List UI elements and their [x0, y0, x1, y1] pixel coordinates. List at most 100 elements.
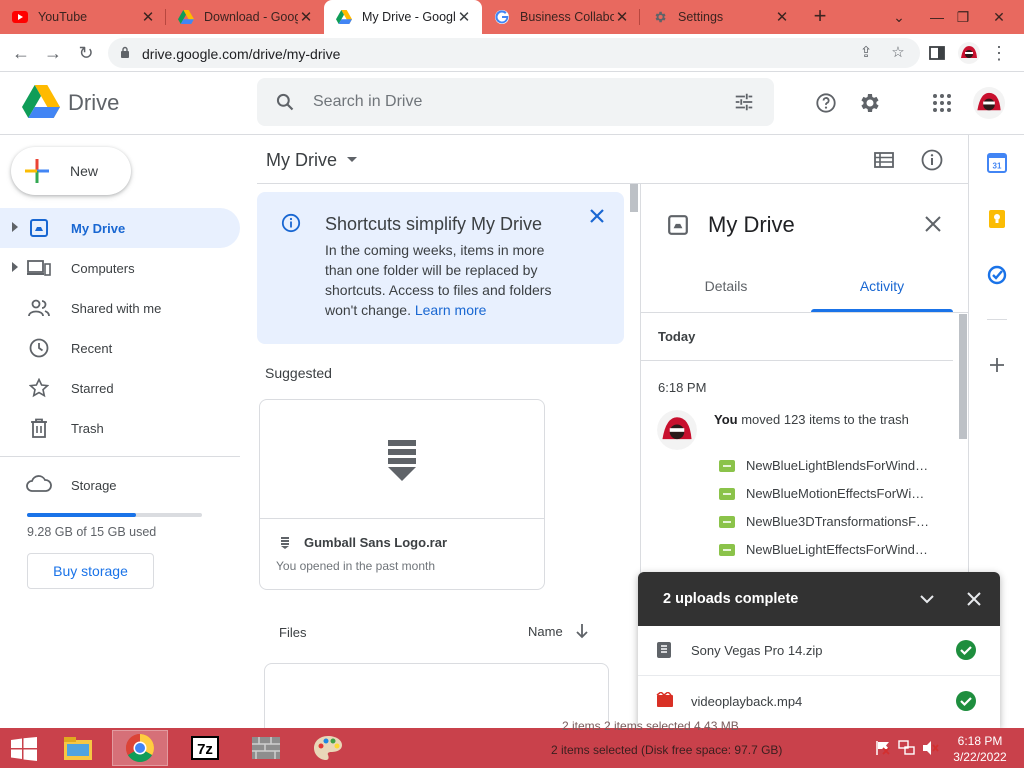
system-clock[interactable]: 6:18 PM 3/22/2022: [950, 733, 1010, 765]
sidebar-item-starred[interactable]: Starred: [0, 368, 240, 408]
sidebar-item-recent[interactable]: Recent: [0, 328, 240, 368]
sidebar-item-shared-with-me[interactable]: Shared with me: [0, 288, 240, 328]
window-close-icon[interactable]: ✕: [982, 0, 1016, 34]
tab-close-icon[interactable]: ✕: [614, 8, 630, 26]
tab-details[interactable]: Details: [642, 278, 810, 294]
action-center-flag-icon[interactable]: [874, 740, 892, 756]
tab-search-chevron-icon[interactable]: ⌄: [882, 0, 916, 34]
folder-icon: [64, 737, 92, 760]
help-icon[interactable]: [813, 90, 839, 116]
sort-direction-icon[interactable]: [574, 622, 590, 640]
taskbar-7zip[interactable]: 7z: [177, 730, 233, 766]
activity-file-item[interactable]: NewBlueMotionEffectsForWi…: [719, 484, 949, 504]
tab-close-icon[interactable]: ✕: [456, 8, 472, 26]
browser-toolbar: ← → ↻ drive.google.com/drive/my-drive ⇪ …: [0, 34, 1024, 72]
upload-file-name: videoplayback.mp4: [691, 694, 803, 709]
new-button[interactable]: New: [11, 147, 131, 195]
archive-file-icon: [657, 642, 671, 658]
sidebar-item-trash[interactable]: Trash: [0, 408, 240, 448]
tab-activity[interactable]: Activity: [798, 278, 966, 294]
sidebar-item-computers[interactable]: Computers: [0, 248, 240, 288]
lock-icon[interactable]: [120, 46, 130, 58]
suggested-file-card[interactable]: Gumball Sans Logo.rar You opened in the …: [259, 399, 545, 590]
sidebar-item-label: Shared with me: [71, 301, 162, 316]
archive-icon: [388, 440, 416, 481]
activity-file-item[interactable]: NewBlueLightBlendsForWind…: [719, 456, 949, 476]
check-circle-icon: [956, 691, 976, 711]
sidebar: New My Drive Computers Shared with me Re…: [0, 135, 256, 728]
list-view-icon[interactable]: [871, 147, 897, 173]
file-name: NewBlueMotionEffectsForWi…: [746, 486, 925, 501]
new-tab-button[interactable]: +: [808, 5, 832, 29]
taskbar-chrome[interactable]: [112, 730, 168, 766]
search-options-icon[interactable]: [733, 91, 755, 113]
tasks-icon[interactable]: [987, 265, 1007, 285]
restore-icon[interactable]: ❐: [946, 0, 980, 34]
volume-muted-icon[interactable]: [922, 740, 940, 756]
side-panel-icon[interactable]: [924, 40, 950, 66]
learn-more-link[interactable]: Learn more: [415, 302, 487, 318]
tab-my-drive[interactable]: My Drive - Googl ✕: [324, 0, 482, 34]
tab-close-icon[interactable]: ✕: [140, 8, 156, 26]
storage-label[interactable]: Storage: [71, 478, 117, 493]
zip-file-icon: [719, 544, 735, 556]
close-icon[interactable]: [923, 214, 943, 234]
tab-close-icon[interactable]: ✕: [298, 8, 314, 26]
tab-title: Settings: [678, 10, 724, 24]
7zip-icon: 7z: [191, 736, 219, 760]
buy-storage-button[interactable]: Buy storage: [27, 553, 154, 589]
search-icon[interactable]: [275, 92, 295, 112]
sort-by-name-button[interactable]: Name: [528, 624, 563, 639]
taskbar-app[interactable]: [238, 730, 294, 766]
back-icon[interactable]: ←: [8, 40, 34, 66]
profile-avatar[interactable]: [956, 40, 982, 66]
network-icon[interactable]: [898, 740, 916, 756]
shortcuts-banner: Shortcuts simplify My Drive In the comin…: [257, 192, 624, 344]
reload-icon[interactable]: ↻: [73, 40, 99, 66]
activity-action: moved 123 items to the trash: [737, 412, 909, 427]
info-icon[interactable]: [919, 147, 945, 173]
tab-download[interactable]: Download - Goog ✕: [166, 0, 324, 34]
page-title[interactable]: My Drive: [266, 150, 337, 171]
account-avatar[interactable]: [972, 86, 1006, 120]
tab-close-icon[interactable]: ✕: [774, 8, 790, 26]
tab-youtube[interactable]: YouTube ✕: [0, 0, 166, 34]
tab-divider: [641, 312, 969, 313]
close-icon[interactable]: [587, 206, 607, 226]
tab-business-collaboration[interactable]: Business Collabo ✕: [482, 0, 640, 34]
tab-settings[interactable]: Settings ✕: [640, 0, 800, 34]
address-bar[interactable]: drive.google.com/drive/my-drive ⇪ ☆: [108, 38, 920, 68]
search-input[interactable]: [313, 90, 713, 114]
taskbar-file-explorer[interactable]: [50, 730, 106, 766]
details-scrollbar[interactable]: [959, 314, 967, 439]
drive-logo-icon[interactable]: [22, 85, 60, 119]
settings-gear-icon[interactable]: [857, 90, 883, 116]
forward-icon[interactable]: →: [40, 40, 66, 66]
url-text[interactable]: drive.google.com/drive/my-drive: [142, 46, 340, 62]
windows-taskbar: 7z: [0, 728, 1024, 768]
taskbar-paint[interactable]: [300, 730, 356, 766]
add-addon-icon[interactable]: [987, 355, 1007, 375]
activity-time: 6:18 PM: [658, 380, 707, 395]
calendar-icon[interactable]: 31: [987, 153, 1007, 173]
collapse-chevron-icon[interactable]: [917, 589, 937, 609]
apps-grid-icon[interactable]: [929, 90, 955, 116]
expand-caret-icon[interactable]: [12, 222, 18, 232]
keep-icon[interactable]: [987, 209, 1007, 229]
windows-start-icon[interactable]: [10, 737, 38, 761]
share-icon[interactable]: ⇪: [856, 43, 876, 63]
title-dropdown-icon[interactable]: [347, 157, 357, 162]
expand-caret-icon[interactable]: [12, 262, 18, 272]
activity-file-item[interactable]: NewBlue3DTransformationsF…: [719, 512, 949, 532]
main-scrollbar[interactable]: [630, 184, 638, 212]
activity-file-item[interactable]: NewBlueLightEffectsForWind…: [719, 540, 949, 560]
sidebar-item-my-drive[interactable]: My Drive: [0, 208, 240, 248]
archive-file-icon: [281, 537, 289, 549]
bookmark-star-icon[interactable]: ☆: [888, 43, 908, 63]
browser-menu-icon[interactable]: ⋮: [986, 40, 1012, 66]
upload-row[interactable]: Sony Vegas Pro 14.zip: [638, 626, 1000, 676]
close-icon[interactable]: [964, 589, 984, 609]
file-card[interactable]: [264, 663, 609, 733]
drive-logo-text[interactable]: Drive: [68, 90, 119, 116]
info-icon: [281, 213, 301, 233]
